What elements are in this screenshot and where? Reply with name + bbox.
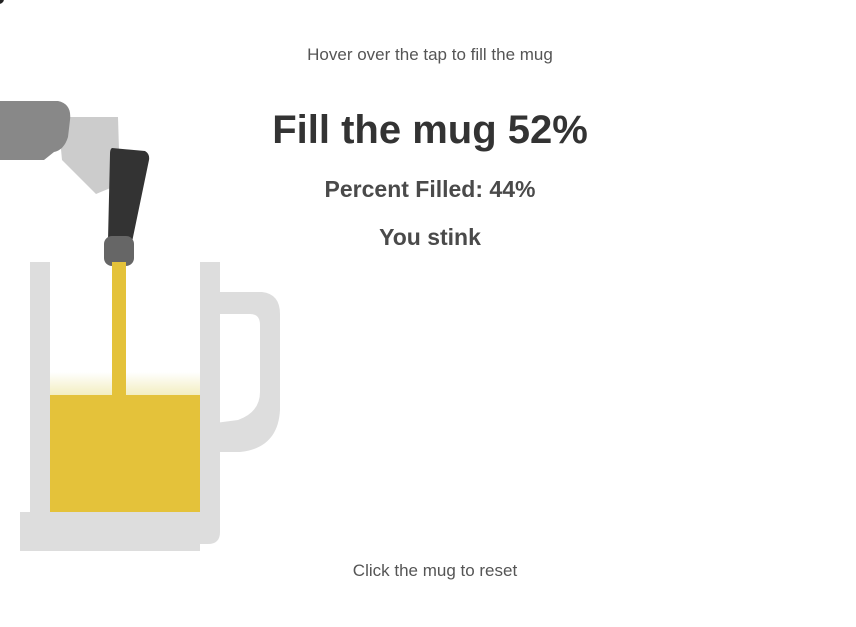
mug-left-wall <box>30 262 50 532</box>
beer-scene <box>0 101 280 551</box>
beer-tap-icon[interactable] <box>0 101 150 266</box>
beer-fill <box>50 395 200 512</box>
game-stage: Hover over the tap to fill the mug Fill … <box>0 0 856 627</box>
tap-handle[interactable] <box>108 148 150 242</box>
tap-nozzle <box>104 236 134 266</box>
mug-right-wall <box>200 262 220 532</box>
reset-instruction: Click the mug to reset <box>352 561 518 580</box>
beer-stream <box>112 262 126 395</box>
mug-base <box>20 512 220 551</box>
tap-body <box>0 101 71 160</box>
beer-mug-icon[interactable] <box>20 262 280 551</box>
